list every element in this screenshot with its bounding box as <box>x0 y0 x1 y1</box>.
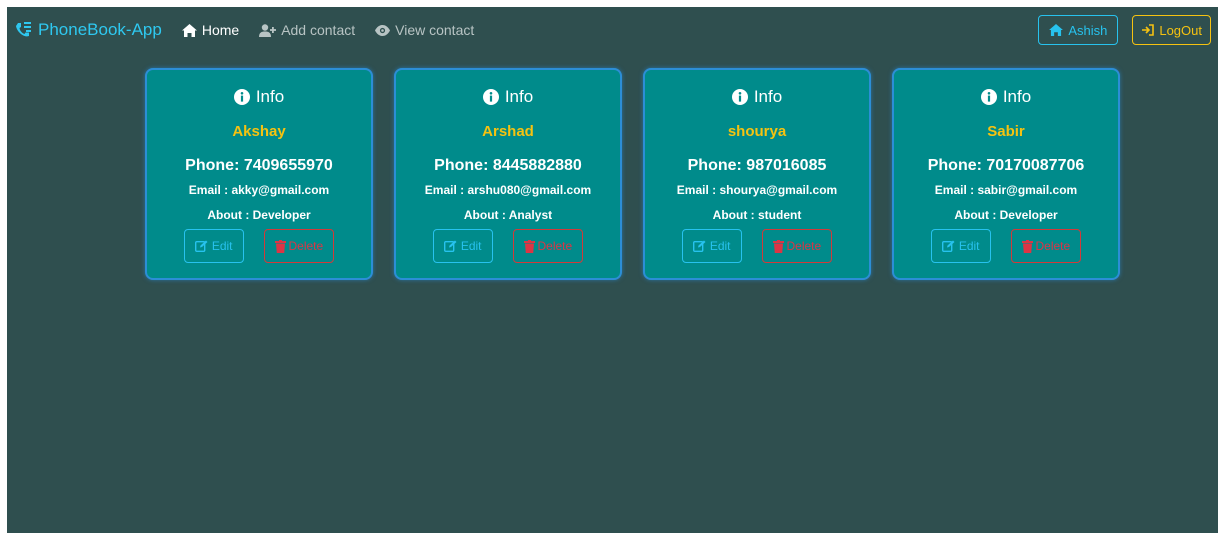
nav-view-contact-label: View contact <box>395 22 475 38</box>
edit-button[interactable]: Edit <box>930 229 991 263</box>
contact-card: Info Sabir Phone: 70170087706 Email : sa… <box>892 68 1120 280</box>
contact-phone: Phone: 70170087706 <box>927 157 1085 174</box>
info-icon <box>980 89 997 105</box>
app-container: PhoneBook-App Home Add contact View cont… <box>7 7 1218 533</box>
contact-name: Akshay <box>232 123 286 140</box>
contact-card: Info Arshad Phone: 8445882880 Email : ar… <box>394 68 622 280</box>
nav-right: Ashish LogOut <box>1038 15 1211 45</box>
contact-about: About : student <box>712 208 802 222</box>
info-icon <box>731 89 748 105</box>
info-icon <box>482 89 499 105</box>
nav-add-contact-label: Add contact <box>281 22 356 38</box>
trash-icon <box>1021 239 1033 253</box>
card-title-label: Info <box>255 87 285 106</box>
card-title: Info <box>645 87 869 107</box>
nav-view-contact[interactable]: View contact <box>375 22 474 38</box>
home-icon <box>181 23 197 37</box>
card-actions: Edit Delete <box>396 229 620 263</box>
edit-button[interactable]: Edit <box>681 229 742 263</box>
trash-icon <box>523 239 535 253</box>
delete-button-label: Delete <box>1035 239 1071 253</box>
logout-button[interactable]: LogOut <box>1132 15 1211 45</box>
contact-email: Email : sabir@gmail.com <box>934 183 1078 197</box>
delete-button[interactable]: Delete <box>1010 229 1082 263</box>
brand-link[interactable]: PhoneBook-App <box>16 20 162 40</box>
contact-phone: Phone: 987016085 <box>687 157 827 174</box>
card-title: Info <box>147 87 371 107</box>
edit-icon <box>194 240 208 252</box>
edit-button-label: Edit <box>958 239 980 253</box>
card-title-label: Info <box>504 87 534 106</box>
delete-button-label: Delete <box>786 239 822 253</box>
card-title-label: Info <box>753 87 783 106</box>
nav-add-contact[interactable]: Add contact <box>259 22 355 38</box>
contact-name: Sabir <box>987 123 1025 140</box>
card-title-label: Info <box>1002 87 1032 106</box>
edit-icon <box>443 240 457 252</box>
user-button[interactable]: Ashish <box>1038 15 1119 45</box>
contact-email: Email : arshu080@gmail.com <box>424 183 592 197</box>
delete-button-label: Delete <box>288 239 324 253</box>
contact-email: Email : akky@gmail.com <box>188 183 330 197</box>
user-button-label: Ashish <box>1068 22 1108 38</box>
delete-button-label: Delete <box>537 239 573 253</box>
trash-icon <box>772 239 784 253</box>
edit-button[interactable]: Edit <box>432 229 493 263</box>
edit-button-label: Edit <box>709 239 731 253</box>
nav-home[interactable]: Home <box>181 22 240 38</box>
card-actions: Edit Delete <box>645 229 869 263</box>
user-plus-icon <box>259 23 277 37</box>
phonebook-icon <box>16 22 31 37</box>
edit-button-label: Edit <box>211 239 233 253</box>
card-actions: Edit Delete <box>147 229 371 263</box>
contact-email: Email : shourya@gmail.com <box>676 183 838 197</box>
logout-button-label: LogOut <box>1159 22 1202 38</box>
card-title: Info <box>894 87 1118 107</box>
home-icon <box>1049 24 1064 36</box>
contact-about: About : Developer <box>954 208 1058 222</box>
edit-icon <box>941 240 955 252</box>
sign-in-icon <box>1142 24 1155 36</box>
navbar: PhoneBook-App Home Add contact View cont… <box>7 7 1218 53</box>
contact-name: shourya <box>727 123 787 140</box>
contact-about: About : Developer <box>207 208 311 222</box>
edit-button[interactable]: Edit <box>183 229 244 263</box>
nav-home-label: Home <box>201 22 240 38</box>
contact-card: Info Akshay Phone: 7409655970 Email : ak… <box>145 68 373 280</box>
contact-cards: Info Akshay Phone: 7409655970 Email : ak… <box>145 68 1120 280</box>
card-actions: Edit Delete <box>894 229 1118 263</box>
edit-icon <box>692 240 706 252</box>
contact-card: Info shourya Phone: 987016085 Email : sh… <box>643 68 871 280</box>
contact-phone: Phone: 7409655970 <box>185 157 333 174</box>
edit-button-label: Edit <box>460 239 482 253</box>
info-icon <box>233 89 250 105</box>
contact-name: Arshad <box>482 123 534 140</box>
trash-icon <box>274 239 286 253</box>
eye-icon <box>375 24 391 36</box>
contact-phone: Phone: 8445882880 <box>434 157 582 174</box>
card-title: Info <box>396 87 620 107</box>
delete-button[interactable]: Delete <box>512 229 584 263</box>
delete-button[interactable]: Delete <box>263 229 335 263</box>
brand-label: PhoneBook-App <box>38 20 162 39</box>
contact-about: About : Analyst <box>463 208 553 222</box>
delete-button[interactable]: Delete <box>761 229 833 263</box>
